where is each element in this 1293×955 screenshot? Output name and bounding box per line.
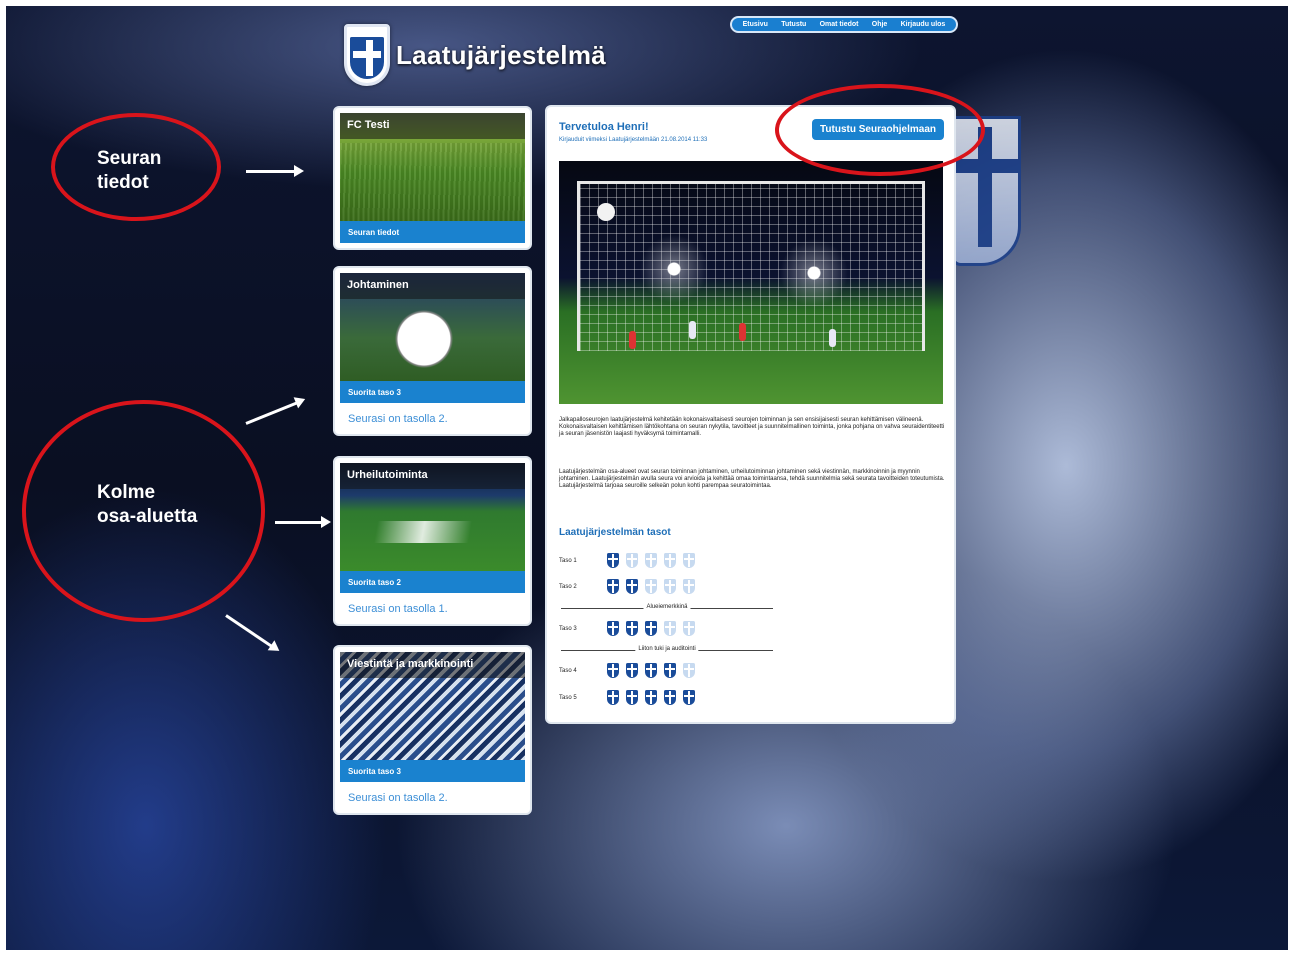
separator-label: Liiton tuki ja auditointi — [635, 646, 699, 652]
site-title: Laatujärjestelmä — [396, 39, 607, 70]
shield-icon — [683, 579, 695, 594]
shield-icon — [607, 663, 619, 678]
shield-icon — [664, 690, 676, 705]
shield-icon — [645, 690, 657, 705]
level-row: Taso 3 — [559, 621, 702, 636]
player — [739, 323, 746, 341]
current-level-text: Seurasi on tasolla 2. — [348, 413, 448, 425]
shield-icon — [664, 579, 676, 594]
shield-icon — [626, 579, 638, 594]
shield-icon — [664, 663, 676, 678]
shield-icon — [607, 553, 619, 568]
goal-photo — [559, 161, 943, 404]
nav-home[interactable]: Etusivu — [743, 21, 768, 28]
card-management[interactable]: Johtaminen Suorita taso 3 Seurasi on tas… — [333, 266, 532, 436]
intro-paragraph-1: Jalkapalloseurojen laatujärjestelmä kehi… — [559, 417, 945, 437]
complete-level-button[interactable]: Suorita taso 2 — [340, 571, 525, 593]
shield-icon — [607, 579, 619, 594]
shield-icon — [626, 621, 638, 636]
annotation-three-areas: Kolme osa-aluetta — [97, 482, 198, 527]
card-title: FC Testi — [340, 113, 525, 139]
grass-image: FC Testi — [340, 113, 525, 221]
level-row: Taso 1 — [559, 553, 702, 568]
shield-icon — [645, 621, 657, 636]
highlight-ring — [775, 84, 985, 176]
complete-level-button[interactable]: Suorita taso 3 — [340, 760, 525, 782]
level-row: Taso 2 — [559, 579, 702, 594]
shield-icon — [607, 690, 619, 705]
card-title: Urheilutoiminta — [340, 463, 525, 489]
arrow-icon — [246, 165, 304, 177]
shield-icon — [626, 663, 638, 678]
player — [829, 329, 836, 347]
arrow-icon — [275, 516, 331, 528]
shield-icon — [645, 663, 657, 678]
current-level-text: Seurasi on tasolla 2. — [348, 792, 448, 804]
top-navigation: Etusivu Tutustu Omat tiedot Ohje Kirjaud… — [730, 16, 958, 33]
card-title: Viestintä ja markkinointi — [340, 652, 525, 678]
welcome-panel: Tervetuloa Henri! Kirjauduit viimeksi La… — [545, 105, 956, 724]
player — [689, 321, 696, 339]
level-label: Taso 1 — [559, 557, 577, 564]
card-title: Johtaminen — [340, 273, 525, 299]
goal-net — [577, 181, 925, 351]
shield-icon — [683, 553, 695, 568]
level-row: Taso 5 — [559, 690, 702, 705]
shield-icon — [626, 690, 638, 705]
ball-icon — [597, 203, 615, 221]
club-info-button[interactable]: Seuran tiedot — [340, 221, 525, 243]
card-communication[interactable]: Viestintä ja markkinointi Suorita taso 3… — [333, 645, 532, 815]
level-label: Taso 4 — [559, 667, 577, 674]
shield-icon — [664, 621, 676, 636]
nav-logout[interactable]: Kirjaudu ulos — [901, 21, 946, 28]
annotation-club-info: Seuran tiedot — [97, 148, 162, 193]
current-level-text: Seurasi on tasolla 1. — [348, 603, 448, 615]
card-sports[interactable]: Urheilutoiminta Suorita taso 2 Seurasi o… — [333, 456, 532, 626]
nav-explore[interactable]: Tutustu — [781, 21, 806, 28]
shield-icon — [664, 553, 676, 568]
shield-icon — [683, 621, 695, 636]
football-association-shield-icon — [344, 24, 390, 86]
intro-paragraph-2: Laatujärjestelmän osa-alueet ovat seuran… — [559, 469, 945, 489]
shield-icon — [607, 621, 619, 636]
football-image: Johtaminen — [340, 273, 525, 381]
shield-icon — [645, 579, 657, 594]
shield-icon — [683, 690, 695, 705]
nav-help[interactable]: Ohje — [872, 21, 888, 28]
shield-icon — [645, 553, 657, 568]
level-row: Taso 4 — [559, 663, 702, 678]
stadium-image: Urheilutoiminta — [340, 463, 525, 571]
separator: Alueiemerkkinä — [561, 604, 773, 610]
nav-profile[interactable]: Omat tiedot — [820, 21, 859, 28]
player — [629, 331, 636, 349]
level-label: Taso 2 — [559, 583, 577, 590]
crowd-image: Viestintä ja markkinointi — [340, 652, 525, 760]
level-label: Taso 3 — [559, 625, 577, 632]
card-club-info[interactable]: FC Testi Seuran tiedot — [333, 106, 532, 250]
shield-icon — [683, 663, 695, 678]
separator: Liiton tuki ja auditointi — [561, 646, 773, 652]
separator-label: Alueiemerkkinä — [643, 604, 691, 610]
shield-icon — [626, 553, 638, 568]
levels-heading: Laatujärjestelmän tasot — [559, 527, 671, 538]
complete-level-button[interactable]: Suorita taso 3 — [340, 381, 525, 403]
site-logo[interactable]: Laatujärjestelmä — [344, 24, 606, 86]
level-label: Taso 5 — [559, 694, 577, 701]
